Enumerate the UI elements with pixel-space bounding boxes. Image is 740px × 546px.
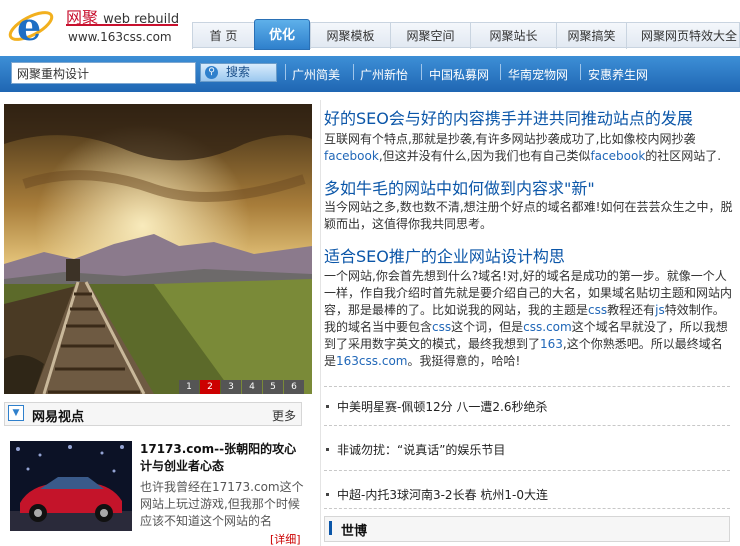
article-body: 当今网站之多,数也数不清,想注册个好点的域名都难!如何在芸芸众生之中，脱颖而出，… xyxy=(324,200,733,231)
viewpoint-title: 网易视点 xyxy=(32,410,85,425)
nav-item-webmaster[interactable]: 网聚站长 xyxy=(470,23,556,49)
chevron-down-icon: ▼ xyxy=(8,405,24,421)
quick-link-divider xyxy=(285,64,286,80)
article-body: 一个网站,你会首先想到什么?域名!对,好的域名是成功的第一步。就像一个人一样，作… xyxy=(324,269,733,368)
viewpoint-body: 也许我曾经在17173.com这个网站上玩过游戏,但我那个时候应该不知道这个网站… xyxy=(140,480,304,528)
quick-link-divider xyxy=(580,64,581,80)
slider-dot-5[interactable]: 5 xyxy=(263,380,283,394)
nav-item-funny[interactable]: 网聚搞笑 xyxy=(556,23,626,49)
viewpoint-more-link[interactable]: 更多 xyxy=(272,407,296,424)
search-icon: ⚲ xyxy=(205,66,218,79)
ie-logo: e xyxy=(8,4,54,48)
section-header-expo xyxy=(324,516,730,542)
news-item[interactable]: 中超-内托3球河南3-2长春 杭州1-0大连 xyxy=(324,486,548,503)
article-title[interactable]: 多如牛毛的网站中如何做到内容求"新" xyxy=(324,175,595,199)
quick-link-pets[interactable]: 华南宠物网 xyxy=(508,66,568,83)
quick-link-divider xyxy=(353,64,354,80)
quick-link-jianmei[interactable]: 广州简美 xyxy=(292,66,340,83)
quick-link-xinyi[interactable]: 广州新怡 xyxy=(360,66,408,83)
bullet-icon xyxy=(326,405,329,408)
nav-item-home[interactable]: 首 页 xyxy=(192,23,254,49)
viewpoint-thumbnail[interactable] xyxy=(10,441,132,531)
search-input[interactable] xyxy=(11,62,196,84)
section-title: 世博 xyxy=(341,524,368,539)
column-divider xyxy=(320,100,321,546)
slider-dot-3[interactable]: 3 xyxy=(221,380,241,394)
search-button-label: 搜索 xyxy=(226,65,251,79)
svg-text:e: e xyxy=(17,4,41,48)
bullet-icon xyxy=(326,493,329,496)
slider-dot-4[interactable]: 4 xyxy=(242,380,262,394)
quick-link-health[interactable]: 安惠养生网 xyxy=(588,66,648,83)
quick-link-private-equity[interactable]: 中国私募网 xyxy=(429,66,489,83)
section-marker xyxy=(329,521,332,535)
nav-item-seo[interactable]: 优化 xyxy=(254,19,310,50)
slider-dot-2[interactable]: 2 xyxy=(200,380,220,394)
search-button[interactable]: ⚲ 搜索 xyxy=(200,63,277,82)
slider-dot-6[interactable]: 6 xyxy=(284,380,304,394)
separator xyxy=(324,425,730,426)
quick-link-divider xyxy=(421,64,422,80)
news-item-text: 中超-内托3球河南3-2长春 杭州1-0大连 xyxy=(337,488,548,502)
article-title[interactable]: 好的SEO会与好的内容携手并进共同推动站点的发展 xyxy=(324,105,693,129)
separator xyxy=(324,470,730,471)
nav-item-templates[interactable]: 网聚模板 xyxy=(310,23,390,49)
quick-link-divider xyxy=(500,64,501,80)
news-item[interactable]: 中美明星赛-佩顿12分 八一遭2.6秒绝杀 xyxy=(324,398,548,415)
main-nav: 首 页 优化 网聚模板 网聚空间 网聚站长 网聚搞笑 网聚网页特效大全 xyxy=(192,19,740,50)
slider-dot-1[interactable]: 1 xyxy=(179,380,199,394)
separator xyxy=(324,386,730,387)
viewpoint-headline[interactable]: 17173.com--张朝阳的攻心计与创业者心态 xyxy=(140,441,304,475)
news-item[interactable]: 非诚勿扰：“说真话”的娱乐节目 xyxy=(324,441,505,458)
featured-photo[interactable] xyxy=(4,104,312,394)
article-title[interactable]: 适合SEO推广的企业网站设计构思 xyxy=(324,243,565,267)
viewpoint-detail-link[interactable]: [详细] xyxy=(270,531,301,546)
article-body: 互联网有个特点,那就是抄袭,有许多网站抄袭成功了,比如像校内网抄袭faceboo… xyxy=(324,132,722,163)
nav-item-effects[interactable]: 网聚网页特效大全 xyxy=(626,23,740,49)
separator xyxy=(324,508,730,509)
nav-item-space[interactable]: 网聚空间 xyxy=(390,23,470,49)
news-item-text: 非诚勿扰：“说真话”的娱乐节目 xyxy=(337,443,506,457)
news-item-text: 中美明星赛-佩顿12分 八一遭2.6秒绝杀 xyxy=(337,400,548,414)
bullet-icon xyxy=(326,448,329,451)
brand-underline xyxy=(66,24,178,26)
site-domain: www.163css.com xyxy=(68,30,172,44)
